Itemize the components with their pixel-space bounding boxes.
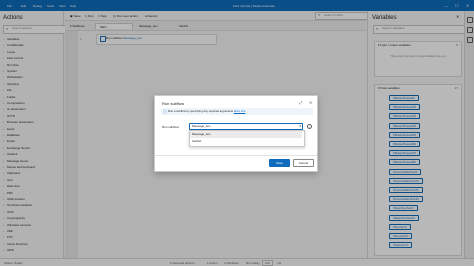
info-text: Run a subflow by specifying any required… xyxy=(168,109,233,113)
subflow-dropdown-list: Message_box Verdict xyxy=(189,130,305,147)
run-subflow-dialog: Run subflow ⤢ ✕ ⓘ Run a subflow by speci… xyxy=(154,95,318,172)
run-subflow-label: Run subflow: xyxy=(162,125,180,129)
dialog-close-icon[interactable]: ✕ xyxy=(309,100,312,105)
subflow-select-value: Message_box xyxy=(192,124,211,128)
more-info-link[interactable]: More info xyxy=(234,109,246,113)
help-icon[interactable]: i xyxy=(307,124,312,129)
chevron-down-icon: ▾ xyxy=(299,124,301,128)
expand-icon[interactable]: ⤢ xyxy=(299,100,302,105)
dropdown-option-verdict[interactable]: Verdict xyxy=(190,138,302,145)
dialog-title: Run subflow xyxy=(162,101,185,106)
dropdown-option-message-box[interactable]: Message_box xyxy=(190,131,302,138)
subflow-select[interactable]: Message_box ▾ xyxy=(189,123,303,130)
dialog-divider xyxy=(155,155,317,156)
info-icon: ⓘ xyxy=(163,109,167,114)
info-bar: ⓘ Run a subflow by specifying any requir… xyxy=(161,108,313,115)
cancel-button[interactable]: Cancel xyxy=(293,159,314,167)
save-button[interactable]: Save xyxy=(269,159,290,167)
